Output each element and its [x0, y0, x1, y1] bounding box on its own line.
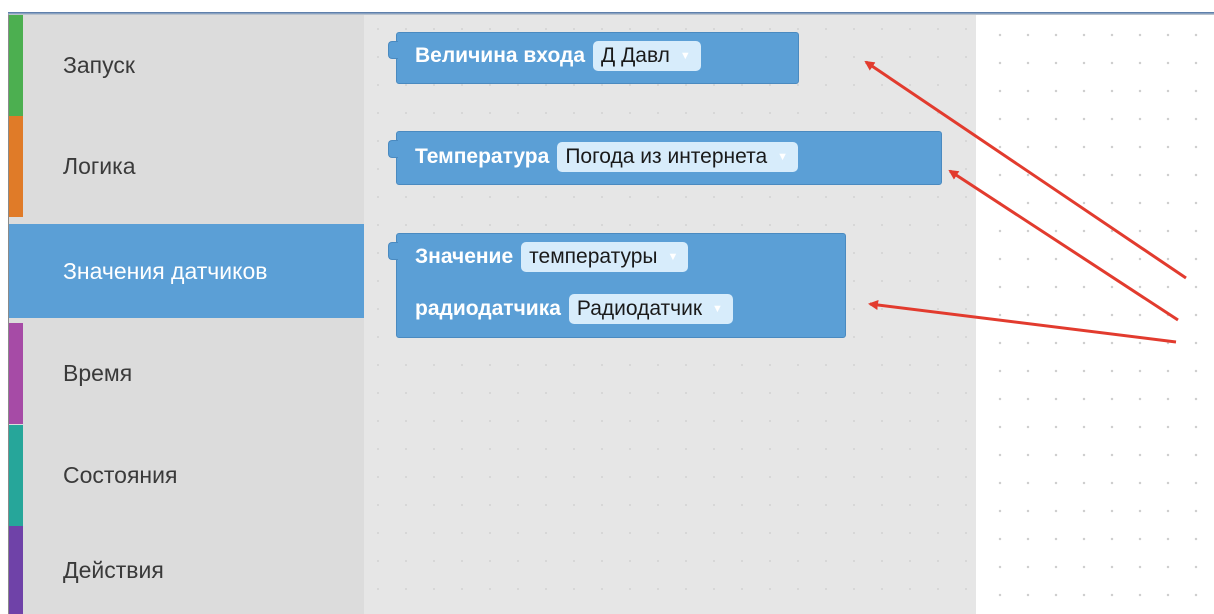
- category-toolbox: Запуск Логика Значения датчиков Время Со…: [9, 15, 364, 614]
- category-color-stripe: [9, 526, 23, 614]
- category-states[interactable]: Состояния: [9, 425, 364, 526]
- category-label: Значения датчиков: [63, 257, 268, 284]
- dropdown-value: Погода из интернета: [565, 145, 768, 168]
- category-color-stripe: [9, 116, 23, 217]
- category-color-stripe: [9, 15, 23, 116]
- temperature-source-dropdown[interactable]: Погода из интернета ▼: [557, 142, 799, 172]
- category-label: Действия: [63, 556, 164, 583]
- radio-sensor-dropdown[interactable]: Радиодатчик ▼: [568, 294, 733, 324]
- value-type-dropdown[interactable]: температуры ▼: [521, 242, 689, 272]
- dropdown-arrow-icon: ▼: [712, 303, 723, 315]
- category-color-stripe: [9, 425, 23, 526]
- block-temperature[interactable]: Температура Погода из интернета ▼: [388, 131, 942, 185]
- category-label: Запуск: [63, 52, 135, 78]
- category-time[interactable]: Время: [9, 323, 364, 424]
- block-connector: [388, 140, 398, 158]
- dropdown-value: Д Давл: [601, 44, 670, 67]
- block-label: Температура: [415, 145, 550, 168]
- dropdown-value: Радиодатчик: [576, 297, 703, 320]
- block-label: Величина входа: [415, 44, 586, 67]
- dropdown-value: температуры: [529, 245, 658, 268]
- block-label: радиодатчика: [415, 297, 561, 320]
- block-input-value[interactable]: Величина входа Д Давл ▼: [388, 32, 799, 84]
- category-label: Время: [63, 360, 133, 386]
- dropdown-arrow-icon: ▼: [667, 251, 679, 263]
- category-launch[interactable]: Запуск: [9, 15, 364, 116]
- block-label: Значение: [415, 245, 514, 268]
- category-label: Состояния: [63, 462, 178, 488]
- block-connector: [388, 242, 398, 260]
- dropdown-arrow-icon: ▼: [777, 151, 789, 163]
- input-dropdown[interactable]: Д Давл ▼: [593, 41, 701, 71]
- category-sensor-values[interactable]: Значения датчиков: [9, 224, 364, 318]
- category-logic[interactable]: Логика: [9, 116, 364, 217]
- category-actions[interactable]: Действия: [9, 526, 364, 614]
- category-color-stripe: [9, 323, 23, 424]
- block-connector: [388, 41, 398, 59]
- workspace-canvas[interactable]: [976, 15, 1214, 614]
- category-label: Логика: [63, 153, 136, 179]
- dropdown-arrow-icon: ▼: [679, 50, 691, 62]
- block-radio-sensor-value[interactable]: Значение температуры ▼ радиодатчика Ради…: [388, 233, 846, 338]
